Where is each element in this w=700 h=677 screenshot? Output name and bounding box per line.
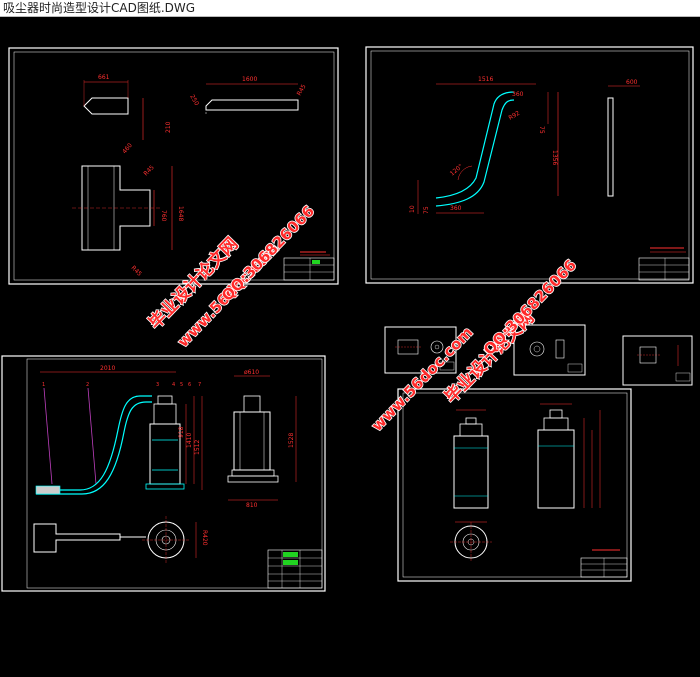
sheet2-dim-9: 75 bbox=[423, 206, 430, 214]
svg-text:3: 3 bbox=[156, 382, 159, 388]
sheet-1-title-block bbox=[283, 257, 335, 281]
small-sheet-3-frame bbox=[622, 335, 693, 386]
sheet2-dim-8: 10 bbox=[409, 205, 416, 213]
watermark-left: 毕业设计论文网 www.56doc.com QQ:306826066 bbox=[144, 201, 319, 351]
sheet3-dim-2: ø610 bbox=[244, 369, 259, 376]
canister-front-view bbox=[453, 435, 489, 509]
sheet-3-assembly[interactable]: 2010 1 2 3 4 5 6 7 918 1410 1512 ø610 15… bbox=[1, 355, 326, 592]
canister-side-view bbox=[537, 429, 575, 509]
sheet1-dim-3: 250 bbox=[188, 94, 200, 108]
sheet-4[interactable] bbox=[397, 388, 632, 582]
sheet-4-inner-frame bbox=[402, 392, 628, 578]
sheet2-dim-2: 360 bbox=[512, 91, 524, 98]
sheet-2[interactable]: 1516 360 R92 75 1356 120° 10 75 360 600 bbox=[365, 46, 694, 284]
sheet3-dim-5: 1410 bbox=[186, 433, 193, 448]
window-title: 吸尘器时尚造型设计CAD图纸.DWG bbox=[3, 1, 196, 15]
vacuum-hose bbox=[36, 395, 152, 491]
svg-text:6: 6 bbox=[188, 382, 191, 388]
sheet2-dim-10: 360 bbox=[450, 205, 462, 212]
sheet3-dim-4: 918 bbox=[178, 426, 185, 438]
sheet1-dim-7: 760 bbox=[160, 210, 167, 222]
handle-part bbox=[83, 97, 129, 115]
sheet1-dim-5: R45 bbox=[296, 83, 308, 97]
vacuum-top-view-head bbox=[33, 523, 121, 553]
svg-text:7: 7 bbox=[198, 382, 201, 388]
part-number-labels: 1 2 3 4 5 6 7 bbox=[42, 382, 201, 388]
vacuum-side-view bbox=[233, 411, 271, 471]
svg-text:4: 4 bbox=[172, 382, 175, 388]
bent-tube-inner bbox=[435, 99, 515, 207]
sheet3-dim-6: 1512 bbox=[194, 440, 201, 455]
sheet-3-frame bbox=[1, 355, 326, 592]
sheet3-dim-8: R420 bbox=[201, 530, 208, 546]
sheet2-dim-4: R92 bbox=[508, 110, 522, 122]
svg-text:5: 5 bbox=[180, 382, 183, 388]
watermark-qq-2: QQ:306826066 bbox=[480, 256, 580, 359]
sheet-1-frame bbox=[8, 47, 339, 285]
sheet-4-frame bbox=[397, 388, 632, 582]
window-title-bar: 吸尘器时尚造型设计CAD图纸.DWG bbox=[0, 0, 700, 17]
sheet2-dim-6: 1356 bbox=[551, 150, 558, 165]
sheet1-dim-6: 460 bbox=[121, 142, 134, 155]
sheet-2-frame bbox=[365, 46, 694, 284]
sheet3-dim-7: 810 bbox=[246, 502, 258, 509]
sheet1-dim-2: 1600 bbox=[242, 76, 257, 83]
sheet-2-inner-frame bbox=[370, 50, 690, 280]
sheet1-dim-4: 210 bbox=[165, 121, 172, 133]
sheet3-dim-3: 1528 bbox=[288, 433, 295, 448]
sheet2-dim-5: 75 bbox=[538, 126, 545, 134]
svg-text:1: 1 bbox=[42, 382, 45, 388]
sheet3-dim-1: 2010 bbox=[100, 365, 115, 372]
vacuum-canister bbox=[149, 423, 181, 485]
sheet1-dim-1: 661 bbox=[98, 74, 110, 81]
tube-part bbox=[205, 99, 299, 111]
small-sheet-3[interactable] bbox=[622, 335, 693, 386]
sheet-3-inner-frame bbox=[26, 358, 323, 589]
cad-drawing-svg: 661 210 1600 250 R45 460 760 1648 R45 R4… bbox=[1, 46, 694, 592]
cad-drawing-canvas[interactable]: 661 210 1600 250 R45 460 760 1648 R45 R4… bbox=[0, 18, 700, 673]
sheet2-dim-3: 600 bbox=[626, 79, 638, 86]
svg-text:2: 2 bbox=[86, 382, 89, 388]
sheet1-dim-10: R45 bbox=[130, 264, 143, 277]
sheet2-dim-1: 1516 bbox=[478, 76, 493, 83]
sheet1-dim-8: 1648 bbox=[177, 206, 184, 221]
sheet2-dim-7: 120° bbox=[449, 163, 465, 178]
sheet-2-title-block bbox=[638, 257, 690, 281]
sheet1-dim-9: R45 bbox=[142, 164, 155, 177]
sheet-1[interactable]: 661 210 1600 250 R45 460 760 1648 R45 R4… bbox=[8, 47, 339, 285]
tube-side-profile bbox=[607, 97, 614, 197]
